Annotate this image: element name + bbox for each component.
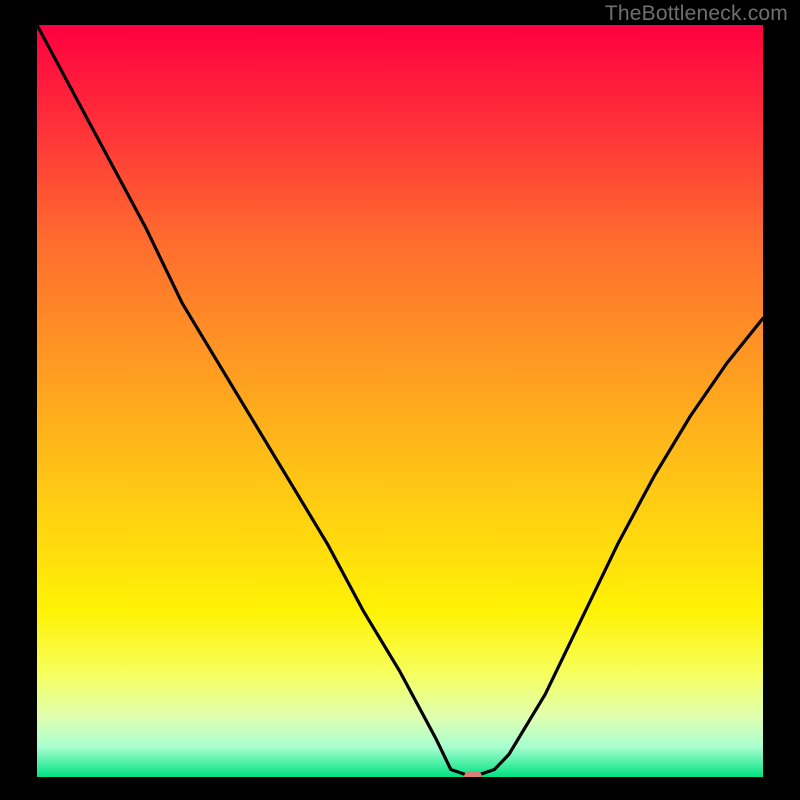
- chart-frame: TheBottleneck.com: [0, 0, 800, 800]
- optimum-marker: [464, 771, 482, 777]
- watermark: TheBottleneck.com: [605, 2, 788, 26]
- bottleneck-curve: [37, 25, 763, 777]
- plot-area: [37, 25, 763, 777]
